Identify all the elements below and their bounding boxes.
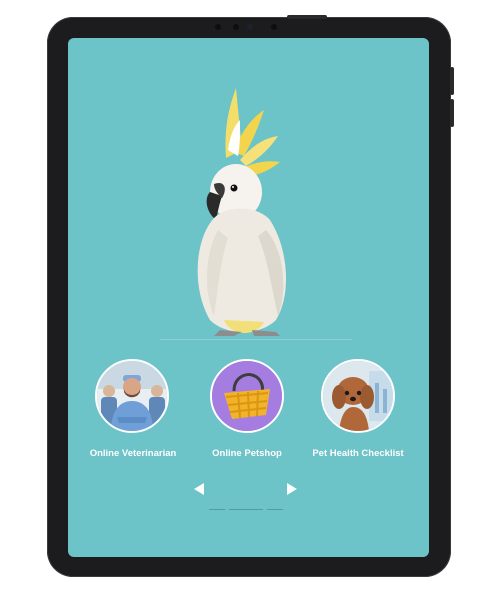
- category-veterinarian-image[interactable]: [95, 359, 169, 433]
- shopping-basket-icon: [212, 361, 282, 431]
- sensor-dot: [271, 24, 277, 30]
- cockatoo-hero-image: [197, 88, 287, 336]
- tablet-frame: Online Veterinarian Online Petshop Pet H…: [47, 15, 454, 577]
- veterinarian-icon: [97, 361, 167, 431]
- page-indicator-2-active[interactable]: [229, 509, 263, 510]
- page-indicator-1[interactable]: [209, 509, 225, 510]
- category-health-checklist-image[interactable]: [321, 359, 395, 433]
- category-petshop-image[interactable]: [210, 359, 284, 433]
- category-health-checklist-label[interactable]: Pet Health Checklist: [308, 448, 408, 459]
- volume-up-button: [450, 67, 454, 95]
- category-veterinarian-label[interactable]: Online Veterinarian: [86, 448, 180, 459]
- camera-lens: [247, 24, 253, 30]
- sensor-dot: [233, 24, 239, 30]
- dog-icon: [323, 361, 393, 431]
- power-button: [287, 15, 327, 19]
- volume-down-button: [450, 99, 454, 127]
- category-petshop-label[interactable]: Online Petshop: [198, 448, 296, 459]
- next-arrow-icon[interactable]: [287, 483, 297, 495]
- camera-bar: [215, 23, 283, 31]
- prev-arrow-icon[interactable]: [194, 483, 204, 495]
- perch-line: [160, 339, 352, 340]
- sensor-dot: [215, 24, 221, 30]
- app-screen: Online Veterinarian Online Petshop Pet H…: [68, 38, 429, 557]
- page-indicator-3[interactable]: [267, 509, 283, 510]
